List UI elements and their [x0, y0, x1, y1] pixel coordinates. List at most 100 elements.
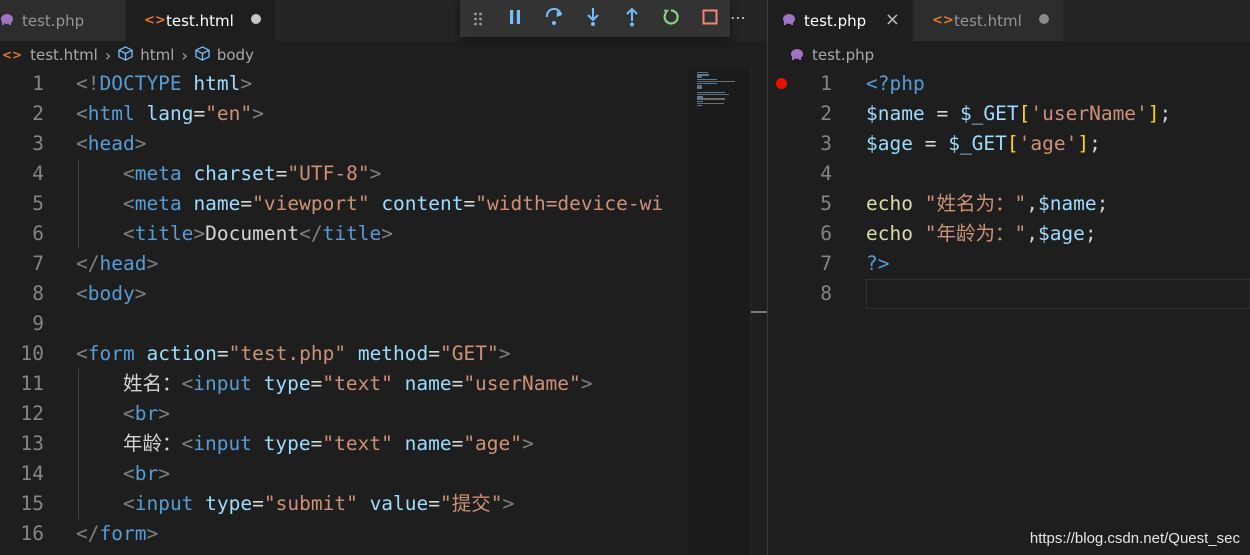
code-line[interactable]: <title>Document</title> — [76, 219, 393, 249]
code-token: = — [924, 102, 960, 125]
code-line[interactable]: <!DOCTYPE html> — [76, 69, 252, 99]
code-token: , — [1026, 192, 1038, 215]
code-token: 年龄： — [76, 432, 182, 455]
code-line[interactable]: ?> — [866, 249, 889, 279]
code-token: "GET" — [440, 342, 499, 365]
code-token: "submit" — [263, 492, 358, 515]
code-token: < — [76, 132, 88, 155]
code-token: 'age' — [1018, 132, 1078, 155]
breadcrumb-file[interactable]: test.php — [790, 46, 874, 64]
vertical-scrollbar[interactable] — [750, 69, 767, 555]
code-line[interactable]: <?php — [866, 69, 925, 99]
code-token: title — [134, 222, 194, 245]
close-icon[interactable]: × — [885, 9, 900, 30]
debug-toolbar — [460, 0, 730, 37]
step-over-button[interactable] — [534, 0, 573, 37]
code-token: $age — [866, 132, 913, 155]
code-token: action — [146, 342, 217, 365]
code-token: > — [193, 222, 206, 245]
line-number: 14 — [20, 462, 44, 485]
code-token: echo — [866, 192, 913, 215]
minimap[interactable] — [688, 69, 750, 555]
pause-icon — [508, 9, 522, 29]
code-line[interactable]: <form action="test.php" method="GET"> — [76, 339, 510, 369]
breakpoint-icon[interactable] — [776, 78, 787, 89]
line-number: 6 — [820, 222, 832, 245]
code-line[interactable]: 姓名：<input type="text" name="userName"> — [76, 369, 593, 399]
line-number: 1 — [32, 72, 44, 95]
minimap-line — [697, 98, 725, 100]
minimap-line — [697, 78, 717, 80]
minimap-line — [697, 102, 724, 105]
code-line[interactable]: $name = $_GET['userName']; — [866, 99, 1171, 129]
code-token: "提交" — [440, 492, 503, 515]
code-line[interactable]: 年龄：<input type="text" name="age"> — [76, 429, 534, 459]
php-elephant-icon — [790, 46, 804, 64]
code-token: = — [252, 492, 264, 515]
code-line[interactable]: <body> — [76, 279, 146, 309]
code-line[interactable]: <meta name="viewport" content="width=dev… — [76, 189, 663, 219]
step-out-icon — [624, 7, 640, 31]
step-into-button[interactable] — [573, 0, 612, 37]
breadcrumb: <> test.html › html › body — [0, 41, 767, 69]
code-line[interactable]: <head> — [76, 129, 146, 159]
code-token: < — [76, 342, 88, 365]
code-line[interactable]: <br> — [76, 399, 170, 429]
tab-test-html[interactable]: <> test.html — [126, 0, 276, 41]
code-token: br — [134, 402, 159, 425]
restart-button[interactable] — [652, 0, 691, 37]
code-line[interactable]: <input type="submit" value="提交"> — [76, 489, 514, 519]
breadcrumb: test.php — [768, 41, 1250, 69]
html-brackets-icon: <> — [144, 13, 166, 28]
code-line[interactable]: $age = $_GET['age']; — [866, 129, 1101, 159]
stop-button[interactable] — [691, 0, 730, 37]
code-line[interactable]: echo "姓名为：",$name; — [866, 189, 1108, 219]
restart-icon — [662, 8, 680, 30]
code-token: form — [99, 522, 147, 545]
code-token: head — [87, 132, 135, 155]
code-token: > — [252, 102, 264, 125]
line-number: 8 — [820, 282, 832, 305]
drag-grip-icon[interactable] — [460, 0, 495, 37]
unsaved-dot-icon[interactable] — [251, 14, 261, 24]
unsaved-dot-icon[interactable] — [1039, 14, 1049, 24]
scrollbar-marker — [751, 311, 767, 313]
code-line[interactable]: echo "年龄为：",$age; — [866, 219, 1097, 249]
code-token: name — [404, 432, 452, 455]
code-token: < — [122, 192, 135, 215]
html-code-editor[interactable]: 1 <!DOCTYPE html> 2 <html lang="en"> 3 <head>… — [0, 69, 767, 555]
pause-button[interactable] — [495, 0, 534, 37]
code-token: ] — [1147, 102, 1160, 125]
breadcrumb-file[interactable]: <> test.html — [2, 46, 98, 64]
code-line[interactable]: <br> — [76, 459, 170, 489]
code-line[interactable]: </head> — [76, 249, 158, 279]
code-token: type — [263, 372, 311, 395]
code-token: = — [912, 132, 949, 155]
code-token: "width=device-wi — [475, 192, 664, 215]
code-token: = — [240, 192, 253, 215]
code-token: value — [369, 492, 429, 515]
tab-test-php[interactable]: test.php — [0, 0, 126, 41]
tab-test-html[interactable]: <> test.html — [914, 0, 1064, 41]
more-actions-icon[interactable]: ⋯ — [730, 8, 746, 27]
code-token: > — [580, 372, 593, 395]
code-line[interactable]: <meta charset="UTF-8"> — [76, 159, 381, 189]
step-out-button[interactable] — [613, 0, 652, 37]
breadcrumb-html[interactable]: html — [118, 45, 174, 65]
breadcrumb-body[interactable]: body — [195, 45, 254, 65]
code-token: ; — [1159, 102, 1172, 125]
tab-test-php[interactable]: test.php × — [768, 0, 913, 41]
code-line[interactable]: </form> — [76, 519, 158, 549]
php-code-editor[interactable]: 1 <?php 2 $name = $_GET['userName']; 3 $age =… — [768, 69, 1250, 555]
code-line[interactable]: <html lang="en"> — [76, 99, 264, 129]
code-token: $name — [1037, 192, 1097, 215]
code-token: head — [99, 252, 147, 275]
